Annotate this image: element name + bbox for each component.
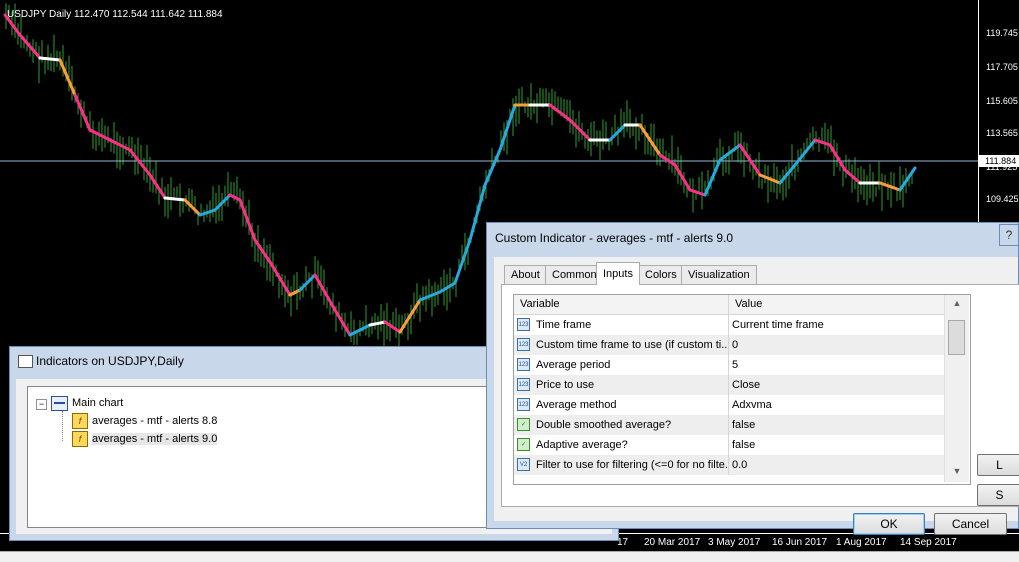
input-row[interactable]: V2 Filter to use for filtering (<=0 for n…	[514, 455, 944, 475]
tree-item-indicator-selected[interactable]: f averages - mtf - alerts 9.0	[72, 431, 218, 448]
numeric-type-icon: 123	[517, 318, 530, 331]
input-row[interactable]: 123 Custom time frame to use (if custom t…	[514, 335, 944, 355]
numeric-type-icon: 123	[517, 358, 530, 371]
price-tick: 117.705	[986, 62, 1018, 72]
input-variable: Time frame	[536, 319, 592, 331]
column-header-variable[interactable]: Variable	[514, 295, 729, 314]
input-value[interactable]: Adxvma	[729, 395, 947, 415]
date-tick: 3 May 2017	[708, 537, 761, 548]
date-tick: 16 Jun 2017	[772, 537, 828, 548]
input-value[interactable]: 0.0	[729, 455, 947, 475]
tree-item-indicator[interactable]: f averages - mtf - alerts 8.8	[72, 413, 217, 430]
input-value[interactable]: 0	[729, 335, 947, 355]
input-variable: Double smoothed average?	[536, 419, 672, 431]
tab-visualization[interactable]: Visualization	[681, 265, 757, 284]
window-app-icon	[18, 355, 33, 368]
tab-inputs[interactable]: Inputs	[596, 262, 640, 285]
price-tick: 119.745	[986, 28, 1018, 38]
tab-colors[interactable]: Colors	[638, 265, 684, 284]
grid-header: Variable Value	[514, 295, 944, 315]
indicators-window-title: Indicators on USDJPY,Daily	[36, 354, 184, 368]
collapse-icon[interactable]: −	[36, 399, 47, 410]
input-row[interactable]: ✓ Adaptive average? false	[514, 435, 944, 455]
date-tick: 20 Mar 2017	[644, 537, 701, 548]
input-variable: Adaptive average?	[536, 439, 628, 451]
numeric-type-icon: 123	[517, 338, 530, 351]
ma-segment	[163, 196, 187, 202]
inputs-grid[interactable]: Variable Value 123 Time frame Current tim…	[513, 294, 971, 485]
cancel-button[interactable]: Cancel	[934, 513, 1007, 535]
custom-indicator-icon: f	[72, 431, 88, 448]
inputs-panel: Variable Value 123 Time frame Current tim…	[501, 284, 1019, 507]
input-variable: Average method	[536, 399, 617, 411]
column-header-value[interactable]: Value	[729, 295, 944, 314]
input-row[interactable]: 123 Price to use Close	[514, 375, 944, 395]
numeric-type-icon: 123	[517, 398, 530, 411]
input-variable: Average period	[536, 359, 611, 371]
tree-item-main-chart[interactable]: Main chart	[51, 395, 123, 412]
custom-indicator-icon: f	[72, 413, 88, 430]
input-value[interactable]: Current time frame	[729, 315, 947, 335]
date-tick: 1 Aug 2017	[836, 537, 887, 548]
input-value[interactable]: Close	[729, 375, 947, 395]
scroll-thumb[interactable]	[948, 320, 965, 355]
grid-scrollbar[interactable]: ▲ ▼	[944, 295, 969, 482]
input-row[interactable]: 123 Average period 5	[514, 355, 944, 375]
input-value[interactable]: false	[729, 415, 947, 435]
tree-item-label: averages - mtf - alerts 8.8	[92, 415, 218, 427]
double-type-icon: V2	[517, 458, 530, 471]
chart-tabs-bar[interactable]	[0, 551, 1019, 562]
scroll-up-icon[interactable]: ▲	[945, 295, 969, 312]
boolean-type-icon: ✓	[517, 438, 530, 451]
chart-symbol-title: USDJPY Daily 112.470 112.544 111.642 111…	[7, 9, 223, 20]
tab-common[interactable]: Common	[545, 265, 604, 284]
close-icon[interactable]: ?	[999, 224, 1019, 246]
scroll-down-icon[interactable]: ▼	[945, 463, 969, 480]
dialog-client: About Common Inputs Colors Visualization…	[494, 257, 1019, 535]
date-tick: 14 Sep 2017	[900, 537, 957, 548]
ok-button[interactable]: OK	[853, 513, 925, 535]
chart-window-icon	[51, 395, 68, 411]
input-row[interactable]: 123 Average method Adxvma	[514, 395, 944, 415]
input-row[interactable]: ✓ Double smoothed average? false	[514, 415, 944, 435]
price-tick: 115.605	[986, 96, 1018, 106]
current-price-label: 111.884	[979, 155, 1019, 167]
custom-indicator-dialog: Custom Indicator - averages - mtf - aler…	[486, 222, 1019, 535]
dialog-title: Custom Indicator - averages - mtf - aler…	[495, 231, 734, 245]
input-value[interactable]: 5	[729, 355, 947, 375]
numeric-type-icon: 123	[517, 378, 530, 391]
price-tick: 113.565	[986, 128, 1018, 138]
indicators-tree[interactable]: − Main chart f averages - mtf - alerts 8.…	[27, 386, 494, 528]
tree-item-label: averages - mtf - alerts 9.0	[92, 433, 218, 445]
input-variable: Price to use	[536, 379, 595, 391]
input-value[interactable]: false	[729, 435, 947, 455]
input-row[interactable]: 123 Time frame Current time frame	[514, 315, 944, 335]
tab-about[interactable]: About	[504, 265, 547, 284]
save-button[interactable]: S	[977, 484, 1019, 506]
load-button[interactable]: L	[977, 454, 1019, 476]
dialog-titlebar[interactable]: Custom Indicator - averages - mtf - aler…	[487, 223, 1018, 253]
tree-item-label: Main chart	[72, 397, 124, 409]
boolean-type-icon: ✓	[517, 418, 530, 431]
input-variable: Filter to use for filtering (<=0 for no …	[536, 459, 729, 471]
tree-connector	[62, 411, 63, 441]
ma-segment	[38, 56, 62, 62]
input-variable: Custom time frame to use (if custom ti..…	[536, 339, 729, 351]
price-tick: 109.425	[986, 194, 1019, 204]
